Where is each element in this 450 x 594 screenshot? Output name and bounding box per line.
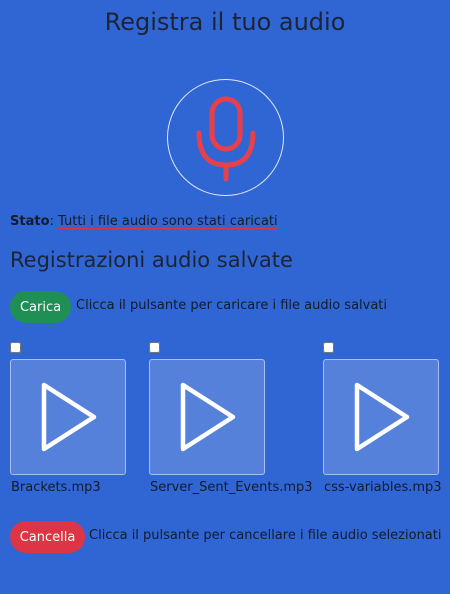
- play-button[interactable]: [323, 359, 439, 475]
- record-button[interactable]: [167, 79, 284, 196]
- file-name: css-variables.mp3: [324, 480, 442, 495]
- select-checkbox[interactable]: [10, 342, 21, 353]
- delete-hint: Clicca il pulsante per cancellare i file…: [89, 528, 442, 543]
- status-value: Tutti i file audio sono stati caricati: [58, 214, 278, 229]
- play-icon: [41, 382, 97, 452]
- page-title: Registra il tuo audio: [104, 8, 346, 36]
- file-name: Server_Sent_Events.mp3: [150, 480, 313, 495]
- play-icon: [180, 382, 236, 452]
- select-checkbox[interactable]: [323, 342, 334, 353]
- status-separator: :: [49, 214, 54, 229]
- microphone-icon: [196, 96, 255, 181]
- play-button[interactable]: [149, 359, 265, 475]
- select-checkbox[interactable]: [149, 342, 160, 353]
- saved-recordings-title: Registrazioni audio salvate: [10, 248, 293, 272]
- file-name: Brackets.mp3: [11, 480, 101, 495]
- status-label: Stato: [10, 214, 50, 229]
- upload-hint: Clicca il pulsante per caricare i file a…: [76, 298, 388, 313]
- status-line: Stato: Tutti i file audio sono stati car…: [10, 214, 278, 229]
- upload-button[interactable]: Carica: [10, 291, 71, 323]
- play-button[interactable]: [10, 359, 126, 475]
- delete-button[interactable]: Cancella: [10, 521, 85, 553]
- play-icon: [354, 382, 410, 452]
